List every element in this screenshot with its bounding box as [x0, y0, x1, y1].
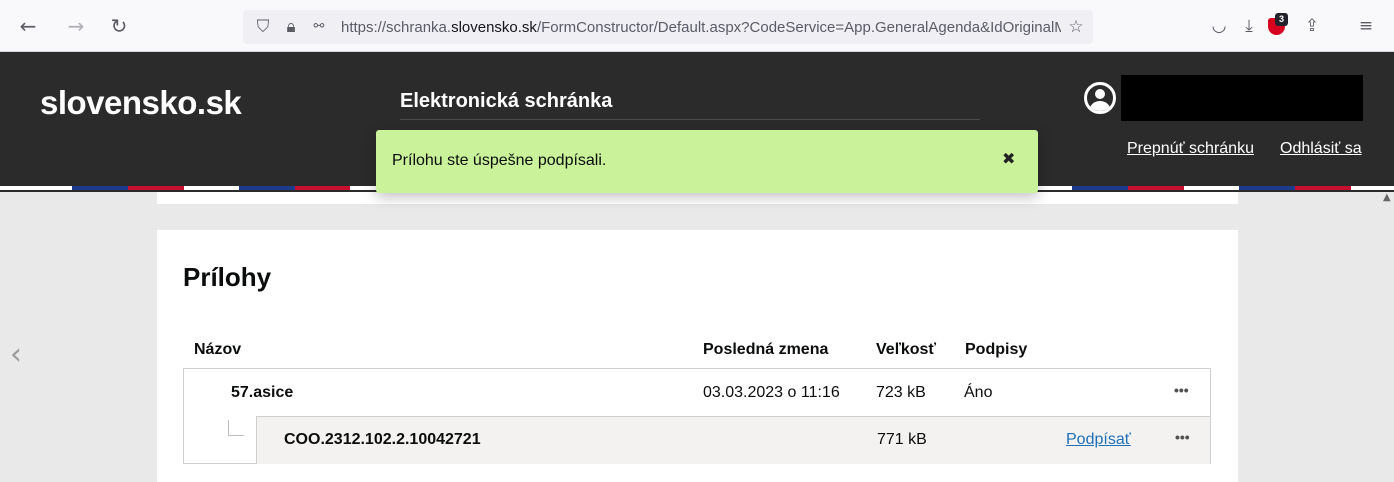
back-icon[interactable]: ← — [16, 14, 40, 38]
bookmark-star-icon[interactable]: ☆ — [1066, 17, 1086, 37]
tracking-shield-icon[interactable]: ⛉ — [253, 17, 273, 37]
app-title: Elektronická schránka — [400, 90, 613, 112]
attachment-name[interactable]: 57.asice — [231, 384, 293, 402]
url-text[interactable]: https://schranka.slovensko.sk/FormConstr… — [341, 18, 1061, 38]
url-host: slovensko.sk — [451, 19, 537, 36]
column-header-size: Veľkosť — [876, 341, 937, 358]
column-header-signatures: Podpisy — [965, 341, 1028, 358]
table-row[interactable]: 57.asice 03.03.2023 o 11:16 723 kB Áno •… — [184, 369, 1210, 416]
downloads-icon[interactable]: ⤓ — [1237, 14, 1261, 38]
scroll-up-icon[interactable]: ▲ — [1383, 192, 1391, 203]
toast-message: Prílohu ste úspešne podpísali. — [392, 152, 607, 169]
extension-badge: 3 — [1275, 13, 1288, 26]
attachment-signatures: Áno — [964, 384, 993, 401]
switch-mailbox-link[interactable]: Prepnúť schránku — [1127, 140, 1254, 158]
browser-toolbar: ← → ↻ ⛉ 🔒︎ ⚯ https://schranka.slovensko.… — [0, 0, 1394, 52]
user-avatar-icon[interactable] — [1084, 82, 1116, 114]
site-logo[interactable]: slovensko.sk — [40, 84, 242, 122]
attachments-table: 57.asice 03.03.2023 o 11:16 723 kB Áno •… — [183, 368, 1211, 464]
attachment-name[interactable]: COO.2312.102.2.10042721 — [284, 431, 481, 449]
extension-icon[interactable]: 3 — [1266, 13, 1288, 37]
tree-connector — [228, 420, 244, 436]
share-icon[interactable]: ⇪ — [1300, 14, 1324, 38]
sign-link[interactable]: Podpísať — [1066, 431, 1131, 449]
attachment-modified: 03.03.2023 o 11:16 — [703, 384, 840, 401]
attachments-title: Prílohy — [183, 262, 272, 292]
redacted-user-name — [1121, 75, 1363, 121]
attachment-size: 771 kB — [877, 431, 927, 448]
url-path: /FormConstructor/Default.aspx?CodeServic… — [536, 19, 1061, 36]
url-prefix: https://schranka. — [341, 19, 452, 36]
attachments-card: Prílohy Názov Posledná zmena Veľkosť Pod… — [157, 230, 1238, 482]
forward-icon[interactable]: → — [64, 14, 88, 38]
close-icon[interactable]: ✖ — [1002, 149, 1015, 168]
more-options-icon[interactable]: ••• — [1175, 429, 1190, 445]
chevron-left-icon[interactable]: ‹ — [10, 337, 22, 372]
permissions-icon[interactable]: ⚯ — [309, 17, 329, 37]
attachment-size: 723 kB — [876, 384, 926, 401]
reload-icon[interactable]: ↻ — [107, 14, 131, 38]
menu-icon[interactable]: ≡ — [1354, 14, 1378, 38]
lock-icon[interactable]: 🔒︎ — [281, 17, 301, 37]
previous-card — [157, 192, 1238, 204]
pocket-icon[interactable]: ◡ — [1207, 14, 1231, 38]
title-divider — [400, 119, 980, 120]
address-bar[interactable]: ⛉ 🔒︎ ⚯ https://schranka.slovensko.sk/For… — [243, 10, 1093, 44]
logout-link[interactable]: Odhlásiť sa — [1280, 140, 1362, 158]
success-toast: Prílohu ste úspešne podpísali. ✖ — [376, 130, 1038, 193]
table-row[interactable]: COO.2312.102.2.10042721 771 kB Podpísať … — [256, 416, 1210, 464]
column-header-name: Názov — [194, 341, 242, 358]
column-header-modified: Posledná zmena — [703, 341, 829, 358]
more-options-icon[interactable]: ••• — [1174, 382, 1189, 398]
